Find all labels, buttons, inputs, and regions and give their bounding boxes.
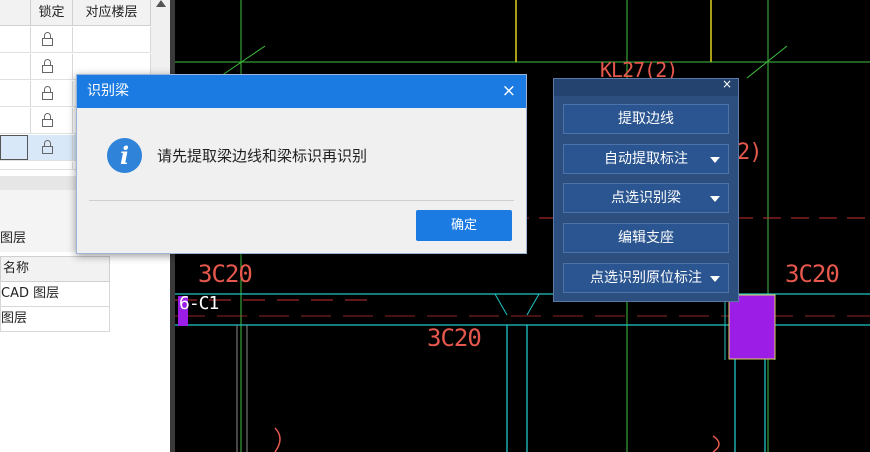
layer-row-cad[interactable]: CAD 图层	[0, 282, 110, 307]
ok-button[interactable]: 确定	[416, 210, 512, 241]
layer-col-header-name: 名称	[0, 256, 110, 282]
lock-icon[interactable]	[42, 113, 53, 127]
auto-extract-annotation-button[interactable]: 自动提取标注	[563, 144, 729, 174]
divider	[89, 200, 514, 201]
edit-support-button[interactable]: 编辑支座	[563, 223, 729, 253]
dialog-title: 识别梁	[87, 83, 129, 99]
tool-panel-titlebar[interactable]: ×	[554, 77, 738, 96]
dropdown-arrow-icon[interactable]	[710, 276, 720, 282]
lock-icon[interactable]	[42, 140, 53, 154]
lock-icon[interactable]	[42, 86, 53, 100]
identify-beam-dialog: 识别梁 × i 请先提取梁边线和梁标识再识别 确定	[76, 74, 527, 254]
dialog-message: 请先提取梁边线和梁标识再识别	[157, 147, 368, 165]
close-icon[interactable]: ×	[502, 75, 516, 108]
dropdown-arrow-icon[interactable]	[710, 157, 720, 163]
dropdown-arrow-icon[interactable]	[710, 196, 720, 202]
info-icon: i	[107, 138, 142, 173]
lock-icon[interactable]	[42, 59, 53, 73]
beam-tool-panel: × 提取边线 自动提取标注 点选识别梁 编辑支座 点选识别原位标注	[553, 77, 739, 302]
col-header-floor: 对应楼层	[73, 0, 151, 26]
extract-edge-button[interactable]: 提取边线	[563, 104, 729, 134]
cad-label-rebar-mid: 3C20	[427, 324, 482, 352]
cad-label-column: 6-C1	[179, 293, 219, 314]
close-icon[interactable]: ×	[722, 77, 732, 91]
lock-icon[interactable]	[42, 32, 53, 46]
layer-row-layer[interactable]: 图层	[0, 307, 110, 332]
table-row[interactable]	[0, 27, 151, 53]
pick-identify-original-annotation-button[interactable]: 点选识别原位标注	[563, 263, 729, 293]
cad-label-fragment: 2)	[737, 140, 762, 165]
cad-label-rebar-right: 3C20	[785, 260, 840, 288]
scroll-up-icon[interactable]	[156, 0, 166, 7]
dialog-titlebar[interactable]: 识别梁 ×	[77, 75, 526, 108]
pick-identify-beam-button[interactable]: 点选识别梁	[563, 183, 729, 213]
col-header-lock: 锁定	[31, 0, 73, 26]
cad-label-rebar-left: 3C20	[198, 260, 253, 288]
